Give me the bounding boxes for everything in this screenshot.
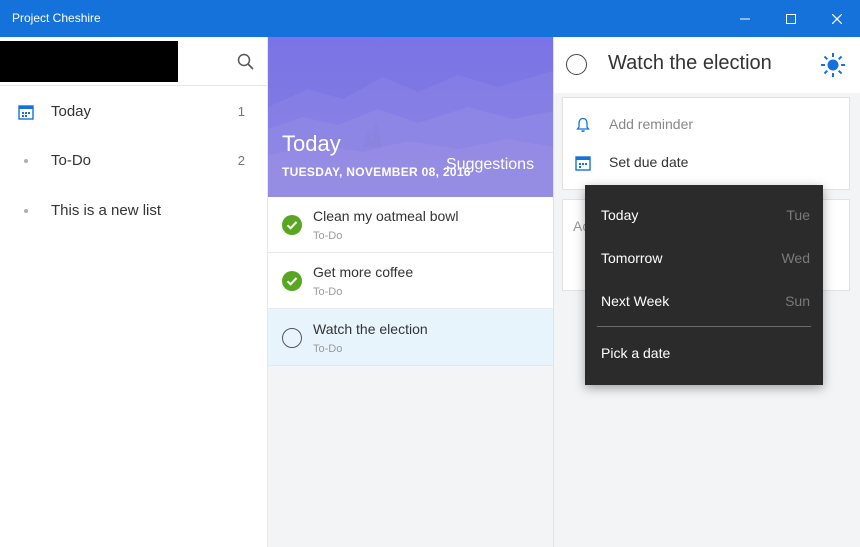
minimize-icon bbox=[740, 18, 750, 19]
add-reminder-row[interactable]: Add reminder bbox=[563, 106, 851, 144]
sidebar-divider bbox=[0, 85, 267, 86]
menu-item-label: Today bbox=[601, 207, 639, 223]
set-due-date-label: Set due date bbox=[609, 154, 689, 170]
calendar-icon bbox=[18, 105, 34, 120]
task-title: Clean my oatmeal bowl bbox=[313, 208, 459, 224]
menu-item-tomorrow[interactable]: Tomorrow Wed bbox=[585, 237, 823, 280]
due-date-menu: Today Tue Tomorrow Wed Next Week Sun Pic… bbox=[585, 185, 823, 385]
list-title: Today bbox=[282, 131, 341, 156]
task-row[interactable]: Get more coffee To-Do bbox=[268, 253, 553, 309]
list-date: TUESDAY, NOVEMBER 08, 2016 bbox=[282, 165, 471, 179]
maximize-button[interactable] bbox=[768, 0, 814, 37]
close-icon bbox=[832, 13, 842, 24]
menu-item-day: Wed bbox=[781, 250, 810, 266]
search-button[interactable] bbox=[234, 50, 258, 74]
menu-separator bbox=[597, 326, 811, 327]
task-row-selected[interactable]: Watch the election To-Do bbox=[268, 310, 553, 366]
detail-task-title[interactable]: Watch the election bbox=[608, 52, 772, 75]
sidebar-item-label: To-Do bbox=[51, 152, 92, 169]
detail-header: Watch the election bbox=[554, 37, 860, 93]
detail-complete-checkbox[interactable] bbox=[566, 54, 587, 75]
task-row[interactable]: Clean my oatmeal bowl To-Do bbox=[268, 197, 553, 253]
list-dot-icon bbox=[24, 159, 28, 163]
sidebar-item-today[interactable]: Today 1 bbox=[0, 92, 267, 132]
window-title: Project Cheshire bbox=[12, 11, 101, 25]
list-header-banner: Today TUESDAY, NOVEMBER 08, 2016 Suggest… bbox=[268, 37, 553, 197]
bell-icon bbox=[576, 117, 590, 132]
suggestions-button[interactable]: Suggestions bbox=[446, 156, 534, 174]
redacted-account-area bbox=[0, 41, 178, 82]
minimize-button[interactable] bbox=[722, 0, 768, 37]
menu-item-day: Sun bbox=[785, 293, 810, 309]
task-list-name: To-Do bbox=[313, 230, 343, 242]
task-list-name: To-Do bbox=[313, 343, 343, 355]
menu-item-label: Next Week bbox=[601, 293, 670, 309]
checkmark-icon bbox=[286, 221, 298, 230]
search-icon bbox=[237, 53, 254, 70]
close-button[interactable] bbox=[814, 0, 860, 37]
menu-item-label: Pick a date bbox=[601, 345, 671, 361]
list-dot-icon bbox=[24, 209, 28, 213]
menu-item-today[interactable]: Today Tue bbox=[585, 194, 823, 237]
add-reminder-label: Add reminder bbox=[609, 116, 694, 132]
menu-item-label: Tomorrow bbox=[601, 250, 663, 266]
sidebar-item-count: 2 bbox=[237, 153, 245, 168]
task-checkbox[interactable] bbox=[282, 215, 302, 235]
task-title: Get more coffee bbox=[313, 264, 414, 280]
task-list-pane: Today TUESDAY, NOVEMBER 08, 2016 Suggest… bbox=[268, 37, 553, 547]
sidebar: Today 1 To-Do 2 This is a new list bbox=[0, 37, 268, 547]
sidebar-item-count: 1 bbox=[237, 104, 245, 119]
sidebar-item-label: This is a new list bbox=[51, 202, 162, 219]
reminder-card: Add reminder Set due date bbox=[562, 97, 850, 190]
title-bar: Project Cheshire bbox=[0, 0, 860, 37]
task-checkbox[interactable] bbox=[282, 271, 302, 291]
menu-item-pick-a-date[interactable]: Pick a date bbox=[585, 332, 823, 375]
calendar-icon bbox=[575, 156, 591, 171]
task-list-name: To-Do bbox=[313, 286, 343, 298]
menu-item-day: Tue bbox=[786, 207, 810, 223]
set-due-date-row[interactable]: Set due date bbox=[563, 144, 851, 182]
task-checkbox[interactable] bbox=[282, 328, 302, 348]
sidebar-item-todo[interactable]: To-Do 2 bbox=[0, 141, 267, 181]
task-title: Watch the election bbox=[313, 321, 428, 337]
sidebar-item-label: Today bbox=[51, 103, 92, 120]
sidebar-item-new-list[interactable]: This is a new list bbox=[0, 191, 267, 231]
menu-item-next-week[interactable]: Next Week Sun bbox=[585, 280, 823, 323]
maximize-icon bbox=[786, 13, 796, 24]
sun-icon[interactable] bbox=[820, 52, 846, 78]
checkmark-icon bbox=[286, 277, 298, 286]
